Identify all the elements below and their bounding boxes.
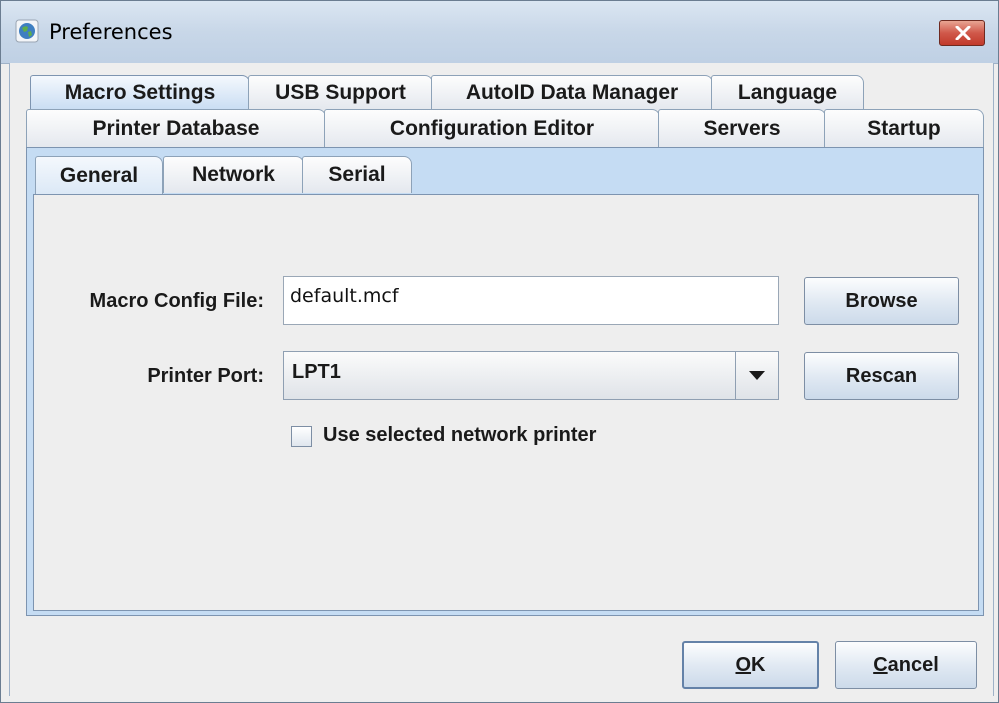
- ok-button[interactable]: OK: [682, 641, 819, 689]
- tab-label: Startup: [867, 117, 941, 140]
- title-bar[interactable]: Preferences: [1, 1, 998, 64]
- cancel-mnemonic: C: [873, 654, 888, 676]
- tab-serial[interactable]: Serial: [302, 156, 412, 193]
- browse-button[interactable]: Browse: [804, 277, 959, 325]
- printer-port-value: LPT1: [292, 361, 341, 383]
- tab-label: Serial: [328, 163, 386, 186]
- printer-port-dropdown[interactable]: LPT1: [283, 351, 779, 400]
- triangle-down-icon: [749, 371, 765, 380]
- use-network-printer-label[interactable]: Use selected network printer: [323, 424, 596, 447]
- tab-label: Language: [737, 81, 838, 104]
- globe-icon: [15, 19, 39, 43]
- tab-label: USB Support: [275, 81, 406, 104]
- tab-macro-settings[interactable]: Macro Settings: [30, 75, 250, 110]
- close-button[interactable]: [939, 20, 985, 46]
- tab-startup[interactable]: Startup: [824, 109, 984, 148]
- tab-label: Servers: [703, 117, 781, 140]
- tab-configuration-editor[interactable]: Configuration Editor: [324, 109, 660, 148]
- tab-servers[interactable]: Servers: [658, 109, 826, 148]
- dialog-body: Macro Settings USB Support AutoID Data M…: [9, 63, 994, 696]
- rescan-button[interactable]: Rescan: [804, 352, 959, 400]
- general-tab-content: Macro Config File: default.mcf Browse Pr…: [33, 194, 979, 611]
- tab-label: Network: [192, 163, 275, 186]
- dropdown-arrow-button[interactable]: [735, 352, 778, 399]
- tab-network[interactable]: Network: [163, 156, 304, 193]
- tab-language[interactable]: Language: [711, 75, 864, 110]
- tab-label: General: [59, 164, 139, 187]
- macro-settings-panel: General Network Serial Macro Config File…: [26, 147, 984, 616]
- tab-label: Printer Database: [92, 117, 260, 140]
- tab-autoid-data-manager[interactable]: AutoID Data Manager: [431, 75, 713, 110]
- printer-port-label: Printer Port:: [147, 365, 264, 387]
- tab-label: Macro Settings: [64, 81, 216, 104]
- tab-usb-support[interactable]: USB Support: [248, 75, 433, 110]
- tab-printer-database[interactable]: Printer Database: [26, 109, 326, 148]
- macro-config-file-field[interactable]: default.mcf: [283, 276, 779, 325]
- cancel-label-rest: ancel: [887, 654, 939, 676]
- macro-settings-inner: General Network Serial Macro Config File…: [33, 154, 979, 611]
- close-icon: [955, 26, 971, 40]
- ok-label-rest: K: [751, 654, 766, 676]
- tab-label: AutoID Data Manager: [465, 81, 679, 104]
- cancel-button[interactable]: Cancel: [835, 641, 977, 689]
- macro-config-file-label: Macro Config File:: [89, 290, 264, 312]
- ok-mnemonic: O: [735, 654, 752, 676]
- preferences-window: Preferences Macro Settings USB Support A…: [0, 0, 999, 703]
- tab-general[interactable]: General: [35, 156, 163, 195]
- tab-label: Configuration Editor: [389, 117, 595, 140]
- use-network-printer-checkbox[interactable]: [291, 426, 312, 447]
- window-title: Preferences: [49, 20, 173, 44]
